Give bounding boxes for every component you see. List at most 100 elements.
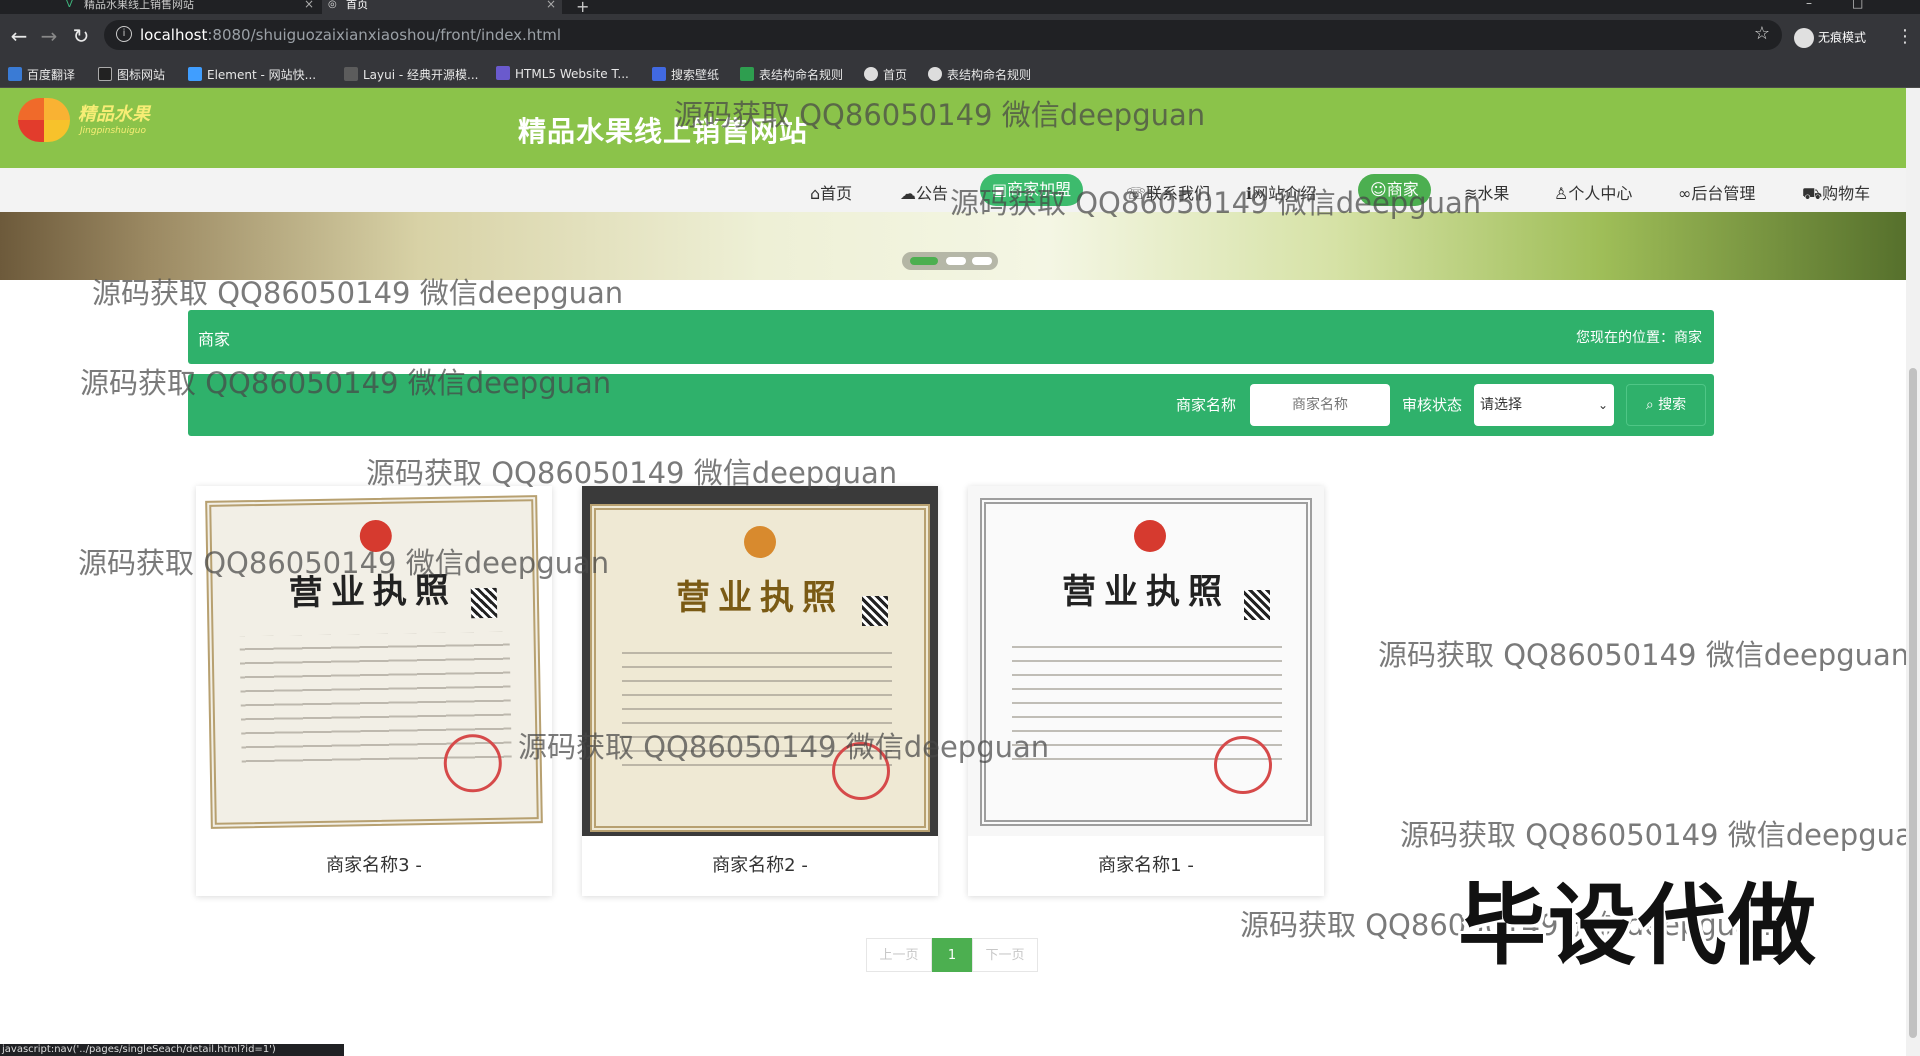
join-icon: ▣ — [992, 180, 1008, 199]
nav-fruit[interactable]: ≋水果 — [1464, 180, 1509, 204]
page-number[interactable]: 1 — [932, 938, 972, 972]
search-panel: 商家名称 审核状态 请选择 ⌄ ⌕ 搜索 — [188, 374, 1714, 436]
bookmark-item[interactable]: 搜索壁纸 — [652, 66, 719, 83]
profile-button[interactable]: 无痕模式 — [1794, 28, 1866, 48]
seal-icon — [832, 742, 890, 800]
watermark: 源码获取 QQ86050149 微信deepguan — [1378, 638, 1906, 672]
info-icon[interactable]: i — [116, 26, 132, 42]
status-select[interactable]: 请选择 ⌄ — [1474, 384, 1614, 426]
bookmark-item[interactable]: HTML5 Website T... — [496, 66, 629, 81]
bookmark-item[interactable]: 图标网站 — [98, 66, 165, 83]
minimize-icon[interactable]: – — [1806, 0, 1812, 10]
emblem-icon — [1134, 520, 1166, 552]
emblem-icon — [744, 526, 776, 558]
browser-tab-title: 首页 — [346, 0, 368, 11]
scroll-thumb[interactable] — [1909, 368, 1917, 1038]
emblem-icon — [359, 519, 393, 553]
promo-stamp: 毕设代做 — [1458, 874, 1819, 977]
more-menu-icon[interactable]: ⋮ — [1896, 26, 1914, 47]
browser-toolbar: ← → ↻ i localhost:8080/shuiguozaixianxia… — [0, 14, 1920, 62]
section-header: 商家 您现在的位置：商家 — [188, 310, 1714, 364]
nav-stores[interactable]: ☺商家 — [1358, 174, 1431, 206]
logo-text: 精品水果 — [78, 104, 150, 125]
seal-icon — [443, 733, 503, 793]
carousel-indicators — [902, 252, 998, 270]
nav-home[interactable]: ⌂首页 — [810, 180, 852, 204]
next-page-button[interactable]: 下一页 — [972, 938, 1038, 972]
seal-icon — [1214, 736, 1272, 794]
close-icon[interactable]: × — [304, 0, 314, 10]
globe-icon: ◎ — [328, 0, 337, 10]
license-image[interactable]: 营业执照 — [582, 486, 938, 836]
nav-admin[interactable]: ∞后台管理 — [1678, 180, 1755, 204]
bookmark-item[interactable]: Layui - 经典开源模... — [344, 66, 478, 83]
store-name-label: 商家名称 — [1176, 396, 1237, 414]
nav-profile[interactable]: ♙个人中心 — [1554, 180, 1632, 204]
site-header: 精品水果 Jingpinshuiguo 精品水果线上销售网站 — [0, 88, 1906, 168]
store-name: 商家名称3 - — [326, 855, 422, 876]
cart-icon: ⛟ — [1802, 184, 1823, 203]
link-icon: ∞ — [1678, 184, 1692, 203]
breadcrumb: 您现在的位置：商家 — [1576, 330, 1702, 346]
forward-icon[interactable]: → — [36, 24, 62, 48]
page-scrollbar[interactable] — [1906, 88, 1920, 1056]
carousel-dot[interactable] — [946, 257, 966, 265]
search-icon: ⌕ — [1645, 397, 1659, 413]
nav-join[interactable]: ▣商家加盟 — [980, 174, 1084, 206]
back-icon[interactable]: ← — [6, 24, 32, 48]
fruit-icon: ≋ — [1464, 184, 1478, 203]
license-image[interactable]: 营业执照 — [196, 486, 552, 836]
logo-subtext: Jingpinshuiguo — [80, 126, 147, 136]
nav-contact[interactable]: ☏联系我们 — [1126, 180, 1210, 204]
nav-about[interactable]: ℹ网站介绍 — [1246, 180, 1316, 204]
store-name: 商家名称1 - — [1098, 855, 1194, 876]
store-card[interactable]: 营业执照 商家名称3 - — [196, 486, 552, 896]
vue-icon: V — [66, 0, 73, 10]
store-icon: ☺ — [1370, 180, 1387, 199]
chevron-down-icon: ⌄ — [1597, 398, 1608, 412]
status-label: 审核状态 — [1402, 396, 1463, 414]
search-button[interactable]: ⌕ 搜索 — [1626, 384, 1706, 426]
store-card[interactable]: 营业执照 商家名称1 - — [968, 486, 1324, 896]
bookmark-item[interactable]: 表结构命名规则 — [740, 66, 843, 83]
reload-icon[interactable]: ↻ — [68, 24, 94, 48]
qr-code — [470, 587, 498, 619]
browser-tab-strip: V 精品水果线上销售网站 × ◎ 首页 × + – □ — [0, 0, 1920, 16]
qr-code — [862, 596, 888, 626]
status-bar-url: javascript:nav('../pages/singleSeach/det… — [0, 1044, 344, 1056]
browser-tab-active[interactable]: ◎ 首页 × — [322, 0, 562, 14]
store-name: 商家名称2 - — [712, 855, 808, 876]
qr-code — [1244, 590, 1270, 620]
carousel-dot[interactable] — [910, 257, 938, 265]
site-title: 精品水果线上销售网站 — [518, 115, 809, 148]
nav-cart[interactable]: ⛟购物车 — [1802, 180, 1870, 205]
bookmarks-bar: 百度翻译 图标网站 Element - 网站快... Layui - 经典开源模… — [0, 62, 1920, 88]
browser-tab[interactable]: V 精品水果线上销售网站 × — [60, 0, 320, 14]
main-nav: ⌂首页 ☁公告 ▣商家加盟 ☏联系我们 ℹ网站介绍 ☺商家 ≋水果 ♙个人中心 … — [0, 168, 1906, 212]
section-title: 商家 — [198, 330, 231, 349]
contact-icon: ☏ — [1126, 184, 1147, 203]
incognito-icon — [1794, 28, 1814, 48]
site-logo[interactable] — [18, 98, 70, 142]
maximize-icon[interactable]: □ — [1852, 0, 1863, 10]
watermark: 源码获取 QQ86050149 微信deepgua — [1400, 818, 1906, 852]
bookmark-star-icon[interactable]: ☆ — [1754, 23, 1770, 44]
store-card[interactable]: 营业执照 商家名称2 - — [582, 486, 938, 896]
bookmark-item[interactable]: 表结构命名规则 — [928, 66, 1031, 83]
cloud-icon: ☁ — [900, 184, 916, 203]
prev-page-button[interactable]: 上一页 — [866, 938, 932, 972]
bookmark-item[interactable]: Element - 网站快... — [188, 66, 316, 83]
browser-tab-title: 精品水果线上销售网站 — [84, 0, 194, 11]
bookmark-item[interactable]: 百度翻译 — [8, 66, 75, 83]
carousel-dot[interactable] — [972, 257, 992, 265]
address-bar[interactable]: i localhost:8080/shuiguozaixianxiaoshou/… — [104, 20, 1782, 50]
license-image[interactable]: 营业执照 — [968, 486, 1324, 836]
bookmark-item[interactable]: 首页 — [864, 66, 907, 83]
user-icon: ♙ — [1554, 184, 1569, 203]
url-text: localhost:8080/shuiguozaixianxiaoshou/fr… — [140, 26, 561, 44]
store-name-input[interactable] — [1250, 384, 1390, 426]
close-icon[interactable]: × — [546, 0, 556, 10]
nav-notice[interactable]: ☁公告 — [900, 180, 948, 204]
home-icon: ⌂ — [810, 184, 821, 203]
banner-carousel[interactable] — [0, 212, 1906, 280]
